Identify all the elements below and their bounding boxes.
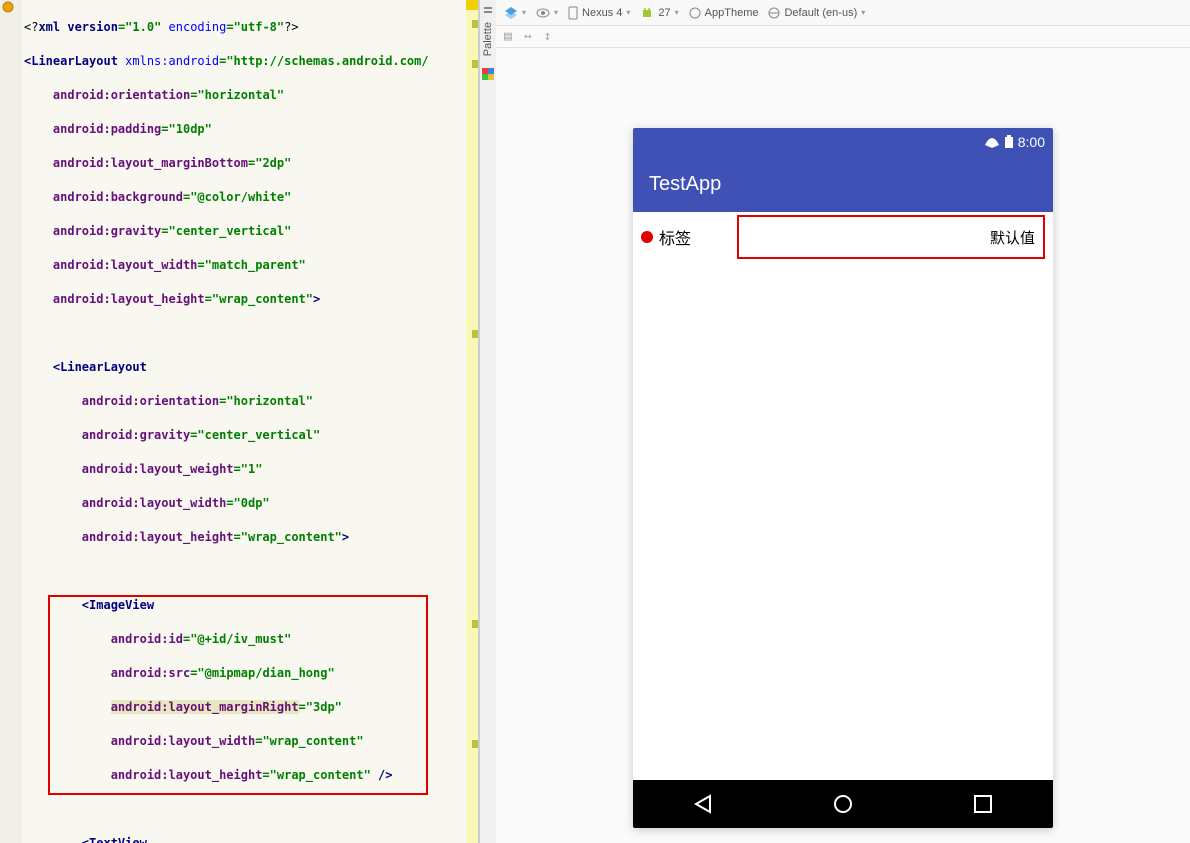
t: "wrap_content" (212, 292, 313, 306)
form-row: 标签 默认值 (633, 212, 1053, 262)
t: "utf-8" (234, 20, 285, 34)
edit-value: 默认值 (990, 227, 1035, 248)
label-text: 标签 (659, 225, 691, 249)
editor-gutter (0, 0, 22, 843)
error-stripe (466, 0, 478, 843)
t: "http://schemas.android.com/ (226, 54, 428, 68)
device-frame: 8:00 TestApp 标签 默认值 (633, 128, 1053, 828)
clock-text: 8:00 (1018, 134, 1045, 150)
t: android:background (53, 190, 183, 204)
api-dropdown[interactable]: 27 ▾ (640, 6, 678, 20)
api-label: 27 (658, 7, 670, 19)
code-editor[interactable]: <?xml version="1.0" encoding="utf-8"?> <… (0, 0, 478, 843)
t: xml version (38, 20, 117, 34)
highlight-box (48, 595, 428, 795)
t: xmlns:android (125, 54, 219, 68)
layers-dropdown[interactable]: ▾ (504, 6, 526, 20)
recent-icon[interactable] (973, 794, 993, 814)
device-canvas[interactable]: 8:00 TestApp 标签 默认值 (496, 48, 1190, 843)
android-icon (640, 6, 654, 20)
t: <TextView (82, 836, 147, 843)
t: "1" (241, 462, 263, 476)
theme-dropdown[interactable]: AppTheme (689, 7, 759, 19)
battery-icon (1004, 135, 1014, 149)
t: <LinearLayout (53, 360, 147, 374)
t: android:layout_height (82, 530, 234, 544)
screen-content: 标签 默认值 (633, 212, 1053, 780)
home-icon[interactable] (833, 794, 853, 814)
row-left-group: 标签 (641, 225, 737, 249)
t: android:padding (53, 122, 161, 136)
back-icon[interactable] (693, 794, 713, 814)
t: android:gravity (53, 224, 161, 238)
design-sub-toolbar: ▤ ↔ ↕ (496, 26, 1190, 48)
t: "@color/white" (190, 190, 291, 204)
t: android:layout_height (53, 292, 205, 306)
t: "wrap_content" (241, 530, 342, 544)
t: android:layout_marginBottom (53, 156, 248, 170)
palette-strip[interactable]: Palette (480, 0, 496, 843)
wifi-icon (984, 135, 1000, 149)
arrow-up-icon[interactable]: ↕ (544, 29, 552, 44)
arrow-left-icon[interactable]: ↔ (524, 29, 532, 44)
t: android:orientation (82, 394, 219, 408)
design-preview-pane: ▾ ▾ Nexus 4 ▾ 27 ▾ AppTheme Default (en-… (496, 0, 1190, 843)
t: "0dp" (234, 496, 270, 510)
palette-label: Palette (482, 22, 494, 56)
app-title: TestApp (649, 173, 721, 196)
nav-bar (633, 780, 1053, 828)
t: <? (24, 20, 38, 34)
app-bar: TestApp (633, 156, 1053, 212)
device-label: Nexus 4 (582, 7, 622, 19)
t: "1.0" (125, 20, 161, 34)
t: android:gravity (82, 428, 190, 442)
t: "2dp" (255, 156, 291, 170)
theme-icon (689, 7, 701, 19)
device-icon (568, 6, 578, 20)
xml-icon (2, 1, 14, 13)
t: "match_parent" (205, 258, 306, 272)
t: android:layout_width (82, 496, 227, 510)
palette-handle-icon (482, 4, 494, 16)
t: android:layout_width (53, 258, 198, 272)
eye-dropdown[interactable]: ▾ (536, 6, 558, 20)
edit-text-input[interactable]: 默认值 (737, 215, 1045, 259)
design-toolbar: ▾ ▾ Nexus 4 ▾ 27 ▾ AppTheme Default (en-… (496, 0, 1190, 26)
required-dot-icon (641, 231, 653, 243)
status-bar: 8:00 (633, 128, 1053, 156)
t: "center_vertical" (169, 224, 292, 238)
device-dropdown[interactable]: Nexus 4 ▾ (568, 6, 630, 20)
t: "center_vertical" (197, 428, 320, 442)
layers-icon (504, 6, 518, 20)
t: > (342, 530, 349, 544)
t: > (313, 292, 320, 306)
list-mode-icon[interactable]: ▤ (504, 29, 512, 44)
visibility-icon (536, 6, 550, 20)
globe-icon (768, 7, 780, 19)
t: encoding (169, 20, 227, 34)
t: "horizontal" (197, 88, 284, 102)
t: ?> (284, 20, 298, 34)
locale-dropdown[interactable]: Default (en-us) ▾ (768, 7, 865, 19)
color-swatch-icon (482, 68, 494, 80)
t: "horizontal" (226, 394, 313, 408)
locale-label: Default (en-us) (784, 7, 857, 19)
t: "10dp" (169, 122, 212, 136)
t: android:layout_weight (82, 462, 234, 476)
t: <LinearLayout (24, 54, 118, 68)
theme-label: AppTheme (705, 7, 759, 19)
t: android:orientation (53, 88, 190, 102)
